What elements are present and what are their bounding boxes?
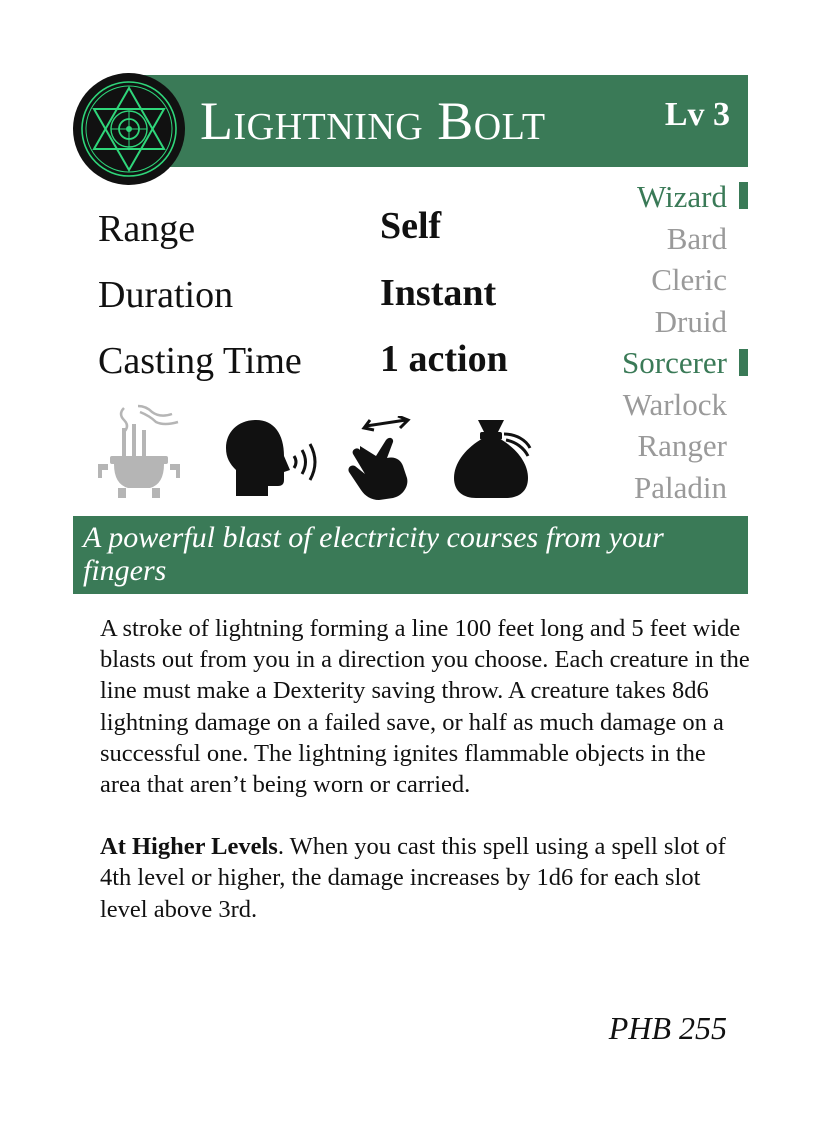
- duration-label: Duration: [98, 274, 234, 316]
- spell-level: Lv 3: [664, 96, 730, 133]
- class-cleric: Cleric: [651, 262, 727, 297]
- range-value: Self: [380, 205, 442, 247]
- class-list: Wizard Bard Cleric Druid Sorcerer Warloc…: [622, 176, 727, 508]
- source-reference: PHB 255: [608, 1010, 727, 1046]
- class-paladin: Paladin: [634, 469, 727, 505]
- description-text: A stroke of lightning forming a line 100…: [100, 615, 750, 799]
- duration-value: Instant: [380, 272, 497, 314]
- casting-time-label: Casting Time: [98, 340, 302, 382]
- higher-levels-label: At Higher Levels: [100, 833, 278, 861]
- verbal-speaking-head-icon: [226, 420, 317, 496]
- spell-tagline: A powerful blast of electricity courses …: [83, 521, 664, 587]
- higher-levels-paragraph: At Higher Levels. When you cast this spe…: [100, 831, 750, 925]
- class-sorcerer: Sorcerer: [622, 345, 727, 380]
- class-bard: Bard: [666, 220, 727, 256]
- ritual-censer-icon: [98, 404, 180, 498]
- spell-description: A stroke of lightning forming a line 100…: [100, 613, 750, 925]
- class-wizard: Wizard: [637, 179, 727, 214]
- class-marker-sorcerer: [739, 349, 748, 376]
- class-druid: Druid: [654, 303, 727, 339]
- class-ranger: Ranger: [637, 428, 727, 463]
- school-emblem-icon: [73, 73, 185, 185]
- somatic-hand-icon: [348, 416, 411, 500]
- material-pouch-icon: [454, 420, 532, 498]
- spell-title: Lightning Bolt: [200, 91, 546, 151]
- class-marker-wizard: [739, 182, 748, 209]
- casting-time-value: 1 action: [380, 338, 508, 380]
- range-label: Range: [98, 208, 196, 250]
- class-warlock: Warlock: [622, 386, 727, 422]
